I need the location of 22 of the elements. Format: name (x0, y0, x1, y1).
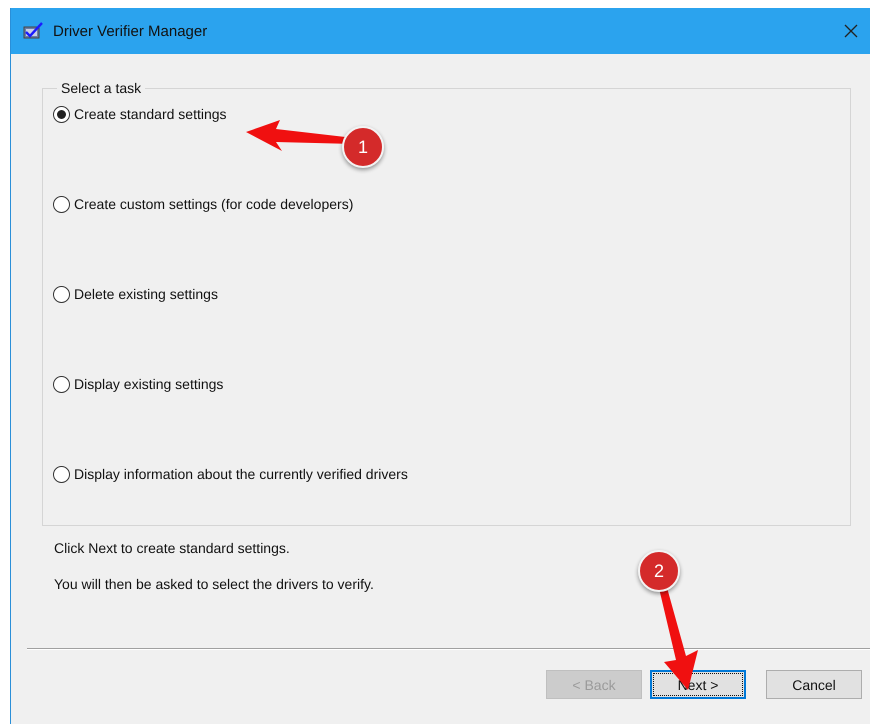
radio-option[interactable]: Display information about the currently verified drivers (53, 464, 838, 484)
checklist-icon (23, 22, 43, 40)
radio-option[interactable]: Create custom settings (for code developers) (53, 194, 838, 214)
radio-button[interactable] (53, 106, 70, 122)
radio-button[interactable] (53, 196, 70, 212)
info-text: Click Next to create standard settings. (54, 540, 291, 556)
radio-option[interactable]: Display existing settings (53, 374, 838, 394)
option-label: Display existing settings (74, 376, 224, 392)
radio-button[interactable] (53, 466, 70, 482)
window-title: Driver Verifier Manager (53, 22, 208, 40)
option-label: Create standard settings (74, 106, 227, 122)
radio-button[interactable] (53, 286, 70, 302)
dialog-button[interactable]: Cancel (766, 670, 862, 699)
info-text: You will then be asked to select the drivers to verify. (54, 576, 375, 592)
option-label: Display information about the currently verified drivers (74, 466, 408, 482)
radio-option[interactable]: Delete existing settings (53, 284, 838, 304)
close-icon[interactable] (844, 24, 858, 38)
radio-option[interactable]: Create standard settings (53, 104, 838, 124)
group-title: Select a task (60, 80, 142, 96)
option-label: Delete existing settings (74, 286, 218, 302)
option-label: Create custom settings (for code developers) (74, 196, 354, 212)
radio-button[interactable] (53, 376, 70, 392)
